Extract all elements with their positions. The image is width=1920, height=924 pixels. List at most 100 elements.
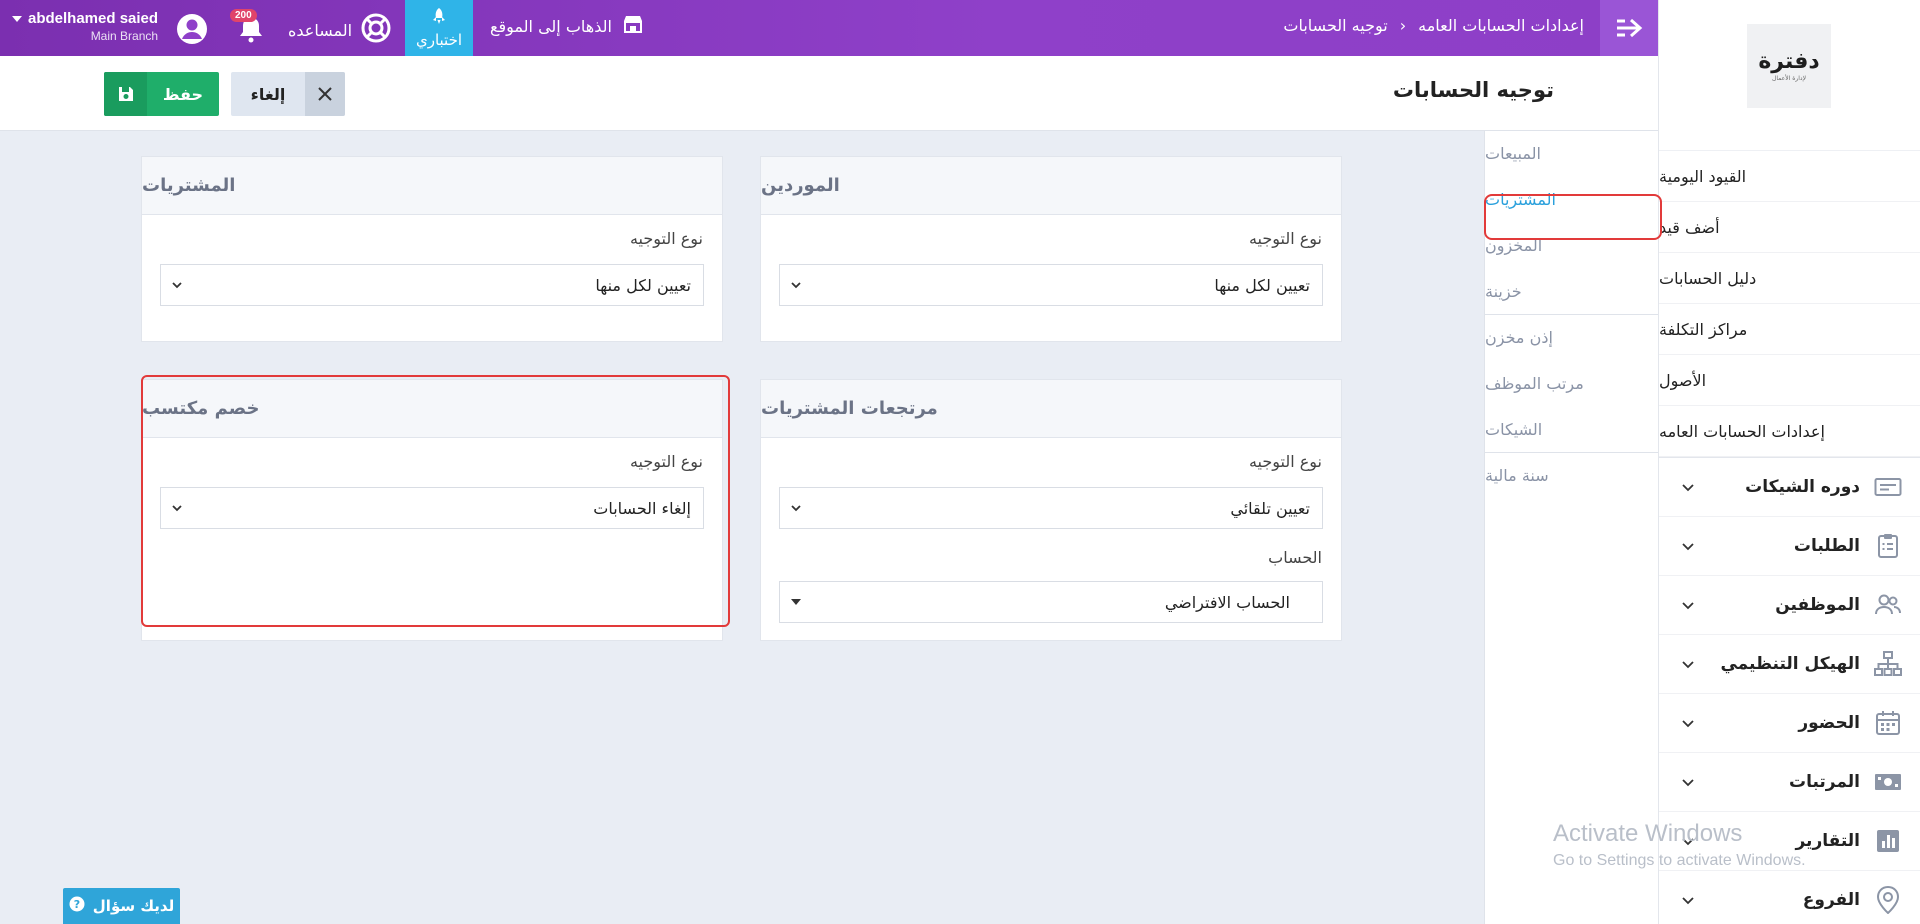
sidebar-item-org-structure[interactable]: الهيكل التنظيمي — [1659, 635, 1920, 694]
chevron-down-icon — [1682, 543, 1694, 551]
org-chart-icon — [1874, 650, 1902, 678]
sidebar-item-checks-cycle[interactable]: دوره الشيكات — [1659, 458, 1920, 517]
top-bar: إعدادات الحسابات العامه ‹ توجيه الحسابات… — [0, 0, 1658, 56]
notifications-count-badge: 200 — [230, 9, 257, 22]
routing-type-label: نوع التوجيه — [1248, 229, 1322, 248]
lifebuoy-icon — [360, 12, 392, 48]
purchase-returns-card: مرتجعات المشتريات نوع التوجيه تعيين تلقا… — [760, 379, 1342, 641]
sidebar-item-employees[interactable]: الموظفين — [1659, 576, 1920, 635]
purchases-card: المشتريات نوع التوجيه تعيين لكل منها — [141, 156, 723, 342]
store-icon — [622, 14, 644, 38]
logo-subtitle: لإدارة الأعمال — [1771, 74, 1807, 82]
save-button[interactable]: حفظ — [104, 72, 219, 116]
logo-text: دفترة — [1758, 48, 1820, 74]
submenu-add-entry[interactable]: أضف قيد — [1659, 202, 1920, 253]
accounts-submenu: القيود اليومية أضف قيد دليل الحسابات مرا… — [1659, 151, 1920, 458]
tab-employee-salary[interactable]: مرتب الموظف — [1485, 361, 1658, 407]
cancel-button[interactable]: إلغاء — [231, 72, 345, 116]
card-title: مرتجعات المشتريات — [761, 380, 1341, 438]
chart-icon — [1874, 827, 1902, 855]
tab-purchases[interactable]: المشتريات — [1485, 177, 1658, 223]
nav-label: الطلبات — [1793, 536, 1860, 556]
submenu-label: مراكز التكلفة — [1659, 319, 1748, 339]
nav-label: دوره الشيكات — [1745, 477, 1860, 497]
nav-label: الهيكل التنظيمي — [1720, 654, 1860, 674]
close-icon — [305, 72, 345, 116]
watermark-subtitle: Go to Settings to activate Windows. — [1553, 852, 1806, 869]
nav-label: الفروع — [1802, 890, 1860, 910]
sidebar-item-branches[interactable]: الفروع — [1659, 871, 1920, 924]
floppy-disk-icon — [104, 72, 147, 116]
suppliers-routing-type-select[interactable]: تعيين لكل منها — [779, 264, 1323, 306]
nav-label: الحضور — [1798, 713, 1860, 733]
breadcrumb-separator-icon: ‹ — [1399, 16, 1407, 35]
user-name: abdelhamed saied — [28, 10, 159, 27]
windows-activation-watermark: Activate Windows Go to Settings to activ… — [1553, 820, 1806, 870]
chevron-down-icon — [1682, 602, 1694, 610]
submenu-label: دليل الحسابات — [1659, 268, 1757, 288]
chevron-down-icon — [791, 282, 801, 289]
chevron-down-icon — [1682, 661, 1694, 669]
submenu-general-settings[interactable]: إعدادات الحسابات العامه — [1659, 406, 1920, 457]
purchases-routing-type-select[interactable]: تعيين لكل منها — [160, 264, 704, 306]
users-icon — [1874, 591, 1902, 619]
submenu-assets[interactable]: الأصول — [1659, 355, 1920, 406]
user-avatar-icon[interactable] — [176, 13, 208, 45]
money-icon — [1874, 768, 1902, 796]
user-branch: Main Branch — [90, 29, 159, 43]
chevron-down-icon — [791, 505, 801, 512]
tab-inventory[interactable]: المخزون — [1485, 223, 1658, 269]
main-sidebar: دفترة لإدارة الأعمال القيود اليومية أضف … — [1658, 0, 1920, 924]
checks-icon — [1874, 473, 1902, 501]
question-label: لديك سؤال — [92, 897, 175, 915]
suppliers-card: الموردين نوع التوجيه تعيين لكل منها — [760, 156, 1342, 342]
select-value: تعيين تلقائي — [1230, 498, 1310, 518]
tab-treasury[interactable]: خزينة — [1485, 269, 1658, 315]
nav-label: المرتبات — [1789, 772, 1860, 792]
user-menu[interactable]: abdelhamed saied Main Branch — [12, 10, 158, 43]
question-circle-icon: ? — [69, 896, 85, 916]
card-title: المشتريات — [142, 157, 722, 215]
submenu-chart-of-accounts[interactable]: دليل الحسابات — [1659, 253, 1920, 304]
trial-label: اختباري — [415, 31, 463, 49]
chevron-down-icon — [1682, 720, 1694, 728]
sidebar-toggle-button[interactable] — [1600, 0, 1658, 56]
submenu-label: إعدادات الحسابات العامه — [1659, 421, 1825, 441]
submenu-label: الأصول — [1659, 370, 1707, 390]
earned-discount-card: خصم مكتسب نوع التوجيه إلغاء الحسابات — [141, 379, 723, 641]
caret-down-icon — [12, 16, 22, 23]
save-label: حفظ — [162, 84, 204, 104]
go-to-site-label: الذهاب إلى الموقع — [490, 16, 612, 36]
purchase-returns-account-select[interactable]: الحساب الافتراضي — [779, 581, 1323, 623]
submenu-label: أضف قيد — [1659, 217, 1720, 237]
breadcrumb-item-general-settings[interactable]: إعدادات الحسابات العامه — [1418, 16, 1584, 35]
submenu-cost-centers[interactable]: مراكز التكلفة — [1659, 304, 1920, 355]
chevron-down-icon — [1682, 779, 1694, 787]
breadcrumb-item-current: توجيه الحسابات — [1283, 16, 1388, 35]
sidebar-item-requests[interactable]: الطلبات — [1659, 517, 1920, 576]
location-icon — [1874, 886, 1902, 914]
tab-checks[interactable]: الشيكات — [1485, 407, 1658, 453]
tab-stock-permit[interactable]: إذن مخزن — [1485, 315, 1658, 361]
nav-label: الموظفين — [1775, 595, 1860, 615]
sidebar-item-payroll[interactable]: المرتبات — [1659, 753, 1920, 812]
submenu-daily-journals[interactable]: القيود اليومية — [1659, 151, 1920, 202]
trial-badge-button[interactable]: اختباري — [405, 0, 473, 56]
tab-sales[interactable]: المبيعات — [1485, 131, 1658, 177]
purchase-returns-routing-type-select[interactable]: تعيين تلقائي — [779, 487, 1323, 529]
caret-down-icon — [791, 599, 801, 605]
daftra-logo[interactable]: دفترة لإدارة الأعمال — [1747, 24, 1831, 108]
routing-type-label: نوع التوجيه — [629, 452, 703, 471]
select-value: تعيين لكل منها — [595, 275, 691, 295]
routing-tabs: المبيعات المشتريات المخزون خزينة إذن مخز… — [1484, 131, 1662, 924]
page-title: توجيه الحسابات — [1392, 78, 1554, 102]
page-header: توجيه الحسابات حفظ إلغاء — [0, 56, 1658, 131]
ask-question-button[interactable]: لديك سؤال ? — [63, 888, 180, 924]
help-link[interactable]: المساعده — [288, 12, 392, 48]
select-value: تعيين لكل منها — [1214, 275, 1310, 295]
go-to-site-link[interactable]: الذهاب إلى الموقع — [490, 14, 644, 38]
tab-fiscal-year[interactable]: سنة مالية — [1485, 453, 1658, 499]
sidebar-item-attendance[interactable]: الحضور — [1659, 694, 1920, 753]
earned-discount-routing-type-select[interactable]: إلغاء الحسابات — [160, 487, 704, 529]
logo-area: دفترة لإدارة الأعمال — [1659, 0, 1920, 151]
